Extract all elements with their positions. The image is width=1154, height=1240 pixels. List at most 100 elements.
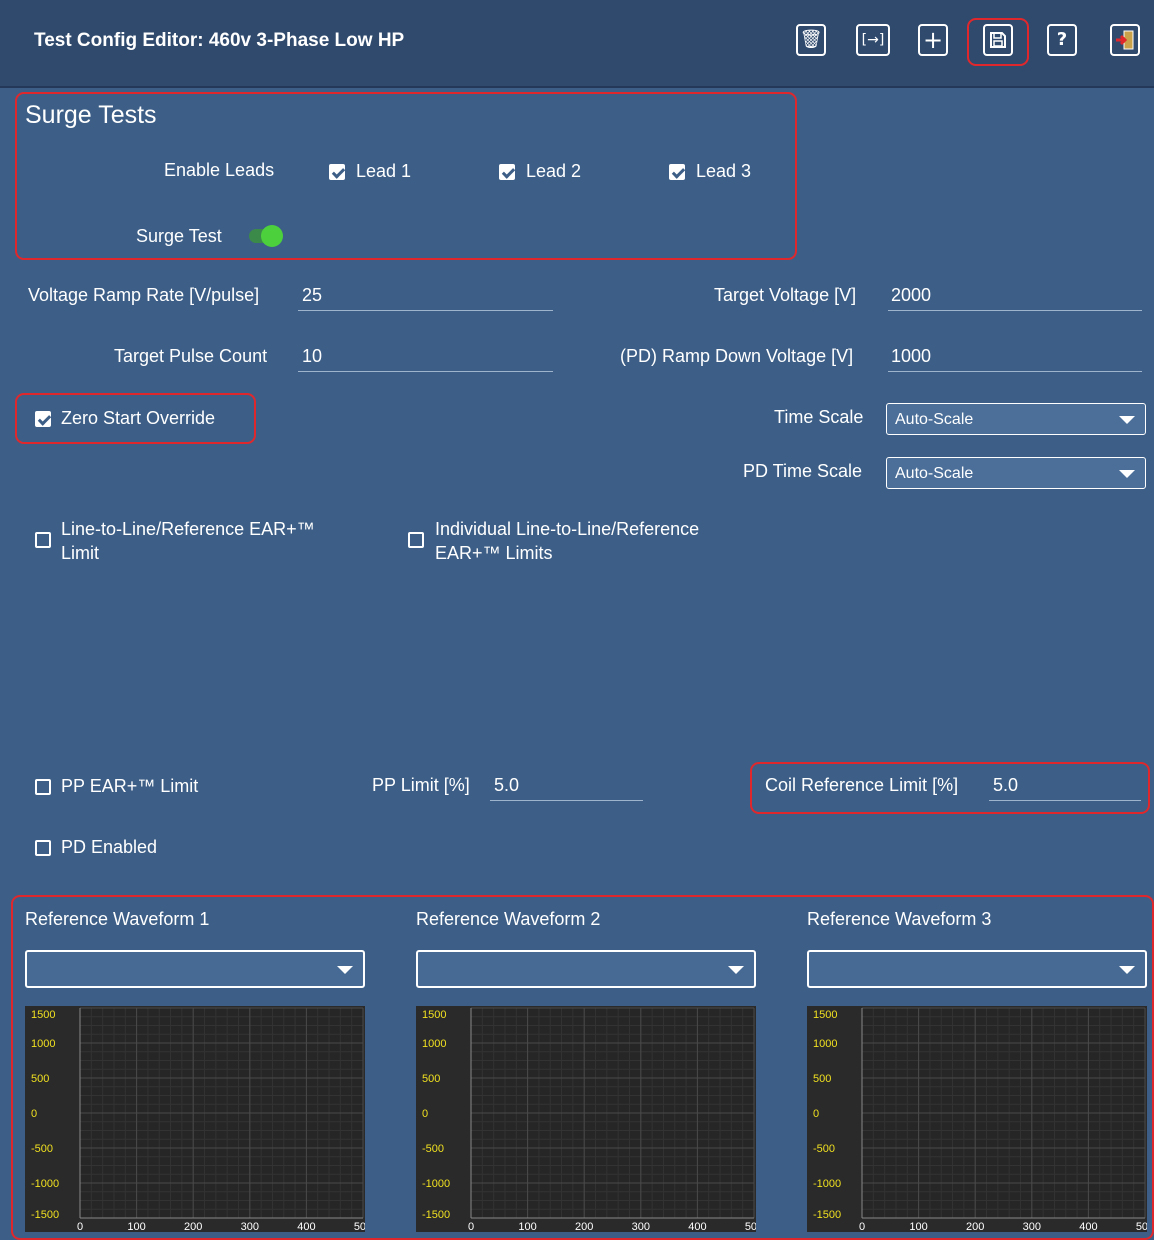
x-tick-label: 400	[1079, 1221, 1097, 1232]
pp-limit-label: PP Limit [%]	[372, 775, 470, 795]
pp-limit-underline	[490, 800, 643, 801]
pd-enabled-checkbox[interactable]	[35, 840, 51, 856]
x-tick-label: 500	[354, 1221, 365, 1232]
reference-waveform-3-select[interactable]	[807, 950, 1147, 988]
zero-start-checkbox[interactable]	[35, 411, 51, 427]
reference-waveform-3-title: Reference Waveform 3	[807, 909, 992, 929]
ramp-down-input[interactable]: 1000	[891, 346, 931, 367]
y-tick-label: 1000	[813, 1038, 837, 1050]
y-tick-label: 1000	[31, 1038, 55, 1050]
target-pulse-input[interactable]: 10	[302, 346, 322, 367]
pd-enabled-label: PD Enabled	[61, 837, 158, 857]
zero-start-label: Zero Start Override	[61, 408, 216, 428]
save-highlight	[967, 18, 1029, 66]
exit-icon	[1116, 30, 1134, 50]
y-tick-label: 1500	[813, 1009, 837, 1021]
surge-test-toggle[interactable]	[249, 225, 283, 247]
y-tick-label: 0	[813, 1108, 819, 1120]
individual-limits-label-line1: Individual Line-to-Line/Reference	[435, 519, 700, 539]
chevron-down-icon	[1119, 470, 1135, 478]
coil-ref-underline	[989, 800, 1141, 801]
pd-time-scale-select[interactable]: Auto-Scale	[886, 457, 1146, 489]
chart-svg: 0 100 200 300 400 500 1500 1000 500 0 -500 -1000 -15…	[31, 1007, 372, 1233]
question-icon: ?	[1056, 29, 1068, 50]
y-tick-label: 1000	[422, 1038, 446, 1050]
lead-3-checkbox[interactable]	[669, 164, 685, 180]
y-tick-label: -1000	[813, 1178, 841, 1190]
l2l-limit-label-line2: Limit	[61, 543, 100, 563]
x-tick-label: 100	[518, 1221, 536, 1232]
surge-tests-heading: Surge Tests	[25, 101, 157, 129]
x-tick-label: 200	[575, 1221, 593, 1232]
x-tick-label: 0	[77, 1221, 83, 1232]
chart-svg: 0 100 200 300 400 500 1500 1000 500 0 -500 -1000 -15…	[422, 1007, 763, 1233]
y-tick-label: -1500	[422, 1209, 450, 1221]
y-tick-label: -500	[422, 1143, 444, 1155]
lead-3-label: Lead 3	[696, 161, 752, 181]
time-scale-value: Auto-Scale	[895, 411, 974, 428]
ramp-down-underline	[888, 371, 1142, 372]
import-button[interactable]: [→]	[856, 24, 890, 56]
voltage-ramp-underline	[298, 310, 553, 311]
surge-test-label: Surge Test	[136, 226, 222, 246]
enable-leads-label: Enable Leads	[164, 160, 275, 180]
lead-1-checkbox[interactable]	[329, 164, 345, 180]
y-tick-label: -1500	[31, 1209, 59, 1221]
chevron-down-icon	[1119, 416, 1135, 424]
y-tick-label: -1500	[813, 1209, 841, 1221]
x-tick-label: 200	[184, 1221, 202, 1232]
y-tick-label: -1000	[31, 1178, 59, 1190]
x-tick-label: 100	[127, 1221, 145, 1232]
voltage-ramp-input[interactable]: 25	[302, 285, 322, 306]
x-tick-label: 500	[745, 1221, 756, 1232]
reference-waveform-1-select[interactable]	[25, 950, 365, 988]
coil-ref-input[interactable]: 5.0	[993, 775, 1018, 796]
l2l-limit-label-line1: Line-to-Line/Reference EAR+™	[61, 519, 315, 539]
time-scale-select[interactable]: Auto-Scale	[886, 403, 1146, 435]
delete-button[interactable]: 🗑	[796, 24, 826, 56]
y-tick-label: 500	[813, 1073, 831, 1085]
import-icon: [→]	[861, 32, 885, 48]
reference-waveform-2-select[interactable]	[416, 950, 756, 988]
reference-waveform-2-chart: 0 100 200 300 400 500 1500 1000 500 0 -500 -1000 -15…	[416, 1006, 763, 1233]
coil-ref-label: Coil Reference Limit [%]	[765, 775, 959, 795]
x-tick-label: 400	[688, 1221, 706, 1232]
x-tick-label: 300	[241, 1221, 259, 1232]
lead-2-label: Lead 2	[526, 161, 582, 181]
time-scale-label: Time Scale	[774, 407, 864, 427]
lead-1-label: Lead 1	[356, 161, 412, 181]
voltage-ramp-label: Voltage Ramp Rate [V/pulse]	[28, 285, 260, 305]
pd-time-scale-label: PD Time Scale	[743, 461, 863, 481]
y-tick-label: 500	[31, 1073, 49, 1085]
l2l-limit-checkbox[interactable]	[35, 532, 51, 548]
pp-ear-label: PP EAR+™ Limit	[61, 776, 199, 796]
y-tick-label: 1500	[31, 1009, 55, 1021]
reference-waveform-3-chart: 0 100 200 300 400 500 1500 1000 500 0 -500 -1000 -15…	[807, 1006, 1154, 1233]
reference-waveform-1-chart: 0 100 200 300 400 500 1500 1000 500 0 -500 -1000 -15…	[25, 1006, 372, 1233]
chevron-down-icon	[1119, 966, 1135, 974]
y-tick-label: -500	[31, 1143, 53, 1155]
lead-2-checkbox[interactable]	[499, 164, 515, 180]
help-button[interactable]: ?	[1047, 24, 1077, 56]
ramp-down-label: (PD) Ramp Down Voltage [V]	[620, 346, 854, 366]
x-tick-label: 300	[1023, 1221, 1041, 1232]
y-tick-label: 0	[31, 1108, 37, 1120]
exit-button[interactable]	[1110, 24, 1140, 56]
pp-limit-input[interactable]: 5.0	[494, 775, 519, 796]
reference-waveform-2-title: Reference Waveform 2	[416, 909, 601, 929]
y-tick-label: 1500	[422, 1009, 446, 1021]
x-tick-label: 0	[468, 1221, 474, 1232]
y-tick-label: -500	[813, 1143, 835, 1155]
add-button[interactable]: +	[918, 24, 948, 56]
trash-icon: 🗑	[799, 29, 823, 50]
y-tick-label: 500	[422, 1073, 440, 1085]
target-voltage-label: Target Voltage [V]	[714, 285, 857, 305]
chevron-down-icon	[728, 966, 744, 974]
target-voltage-underline	[888, 310, 1142, 311]
individual-limits-checkbox[interactable]	[408, 532, 424, 548]
individual-limits-label-line2: EAR+™ Limits	[435, 543, 553, 563]
y-tick-label: -1000	[422, 1178, 450, 1190]
target-voltage-input[interactable]: 2000	[891, 285, 931, 306]
plus-icon: +	[922, 26, 944, 54]
pp-ear-checkbox[interactable]	[35, 779, 51, 795]
